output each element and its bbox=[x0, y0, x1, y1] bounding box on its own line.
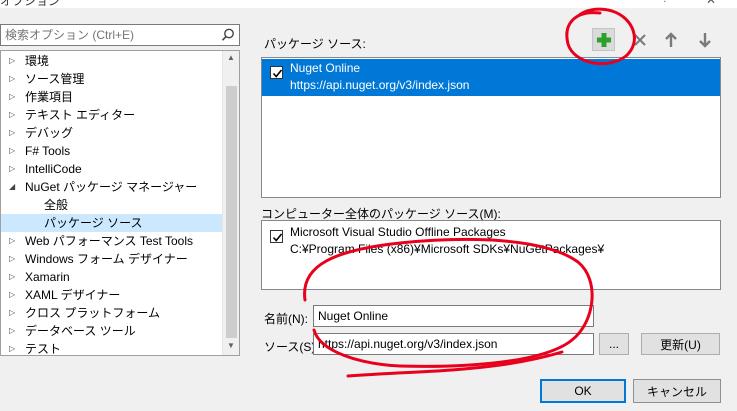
tree-item-label: ソース管理 bbox=[25, 72, 85, 86]
tree-item-label: パッケージ ソース bbox=[44, 216, 143, 230]
help-icon[interactable]: ? bbox=[662, 0, 668, 5]
machine-sources-list[interactable]: Microsoft Visual Studio Offline Packages… bbox=[261, 220, 721, 290]
options-tree[interactable]: ▷ 環境 ▷ ソース管理 ▷ 作業項目 ▷ テキスト エディター ▷ デバッグ ▷ F# Tools ▷… bbox=[0, 50, 240, 356]
arrow-up-icon bbox=[664, 31, 677, 47]
collapsed-arrow-icon[interactable]: ▷ bbox=[9, 304, 19, 322]
collapsed-arrow-icon[interactable]: ▷ bbox=[9, 268, 19, 286]
move-up-button[interactable] bbox=[659, 28, 682, 51]
tree-item-label: テキスト エディター bbox=[25, 108, 136, 122]
tree-item-label: データベース ツール bbox=[25, 324, 136, 338]
collapsed-arrow-icon[interactable]: ▷ bbox=[9, 160, 19, 178]
tree-item-label: 全般 bbox=[44, 198, 69, 212]
tree-item[interactable]: ▷ テスト bbox=[1, 340, 222, 356]
collapsed-arrow-icon[interactable]: ▷ bbox=[9, 70, 19, 88]
tree-item[interactable]: ◢ NuGet パッケージ マネージャー bbox=[1, 178, 222, 196]
tree-item[interactable]: パッケージ ソース bbox=[1, 214, 222, 232]
tree-item-label: NuGet パッケージ マネージャー bbox=[25, 180, 198, 194]
update-button[interactable]: 更新(U) bbox=[641, 333, 720, 355]
scroll-up-arrow-icon[interactable]: ▲ bbox=[227, 53, 235, 62]
collapsed-arrow-icon[interactable]: ▷ bbox=[9, 340, 19, 355]
tree-item[interactable]: ▷ ソース管理 bbox=[1, 70, 222, 88]
tree-item[interactable]: ▷ テキスト エディター bbox=[1, 106, 222, 124]
collapsed-arrow-icon[interactable]: ▷ bbox=[9, 52, 19, 70]
package-sources-label: パッケージ ソース: bbox=[264, 37, 366, 51]
expanded-arrow-icon[interactable]: ◢ bbox=[9, 178, 19, 196]
tree-scrollbar[interactable]: ▲ ▼ bbox=[222, 51, 239, 355]
tree-item[interactable]: ▷ デバッグ bbox=[1, 124, 222, 142]
tree-item-label: テスト bbox=[25, 342, 62, 356]
arrow-down-icon bbox=[698, 32, 711, 48]
collapsed-arrow-icon[interactable]: ▷ bbox=[9, 124, 19, 142]
package-source-name: Nuget Online bbox=[290, 61, 361, 75]
search-box[interactable] bbox=[0, 24, 240, 46]
machine-source-checkbox[interactable] bbox=[270, 230, 283, 243]
machine-source-name: Microsoft Visual Studio Offline Packages bbox=[290, 225, 506, 239]
checkmark-icon bbox=[272, 69, 283, 78]
search-icon[interactable] bbox=[220, 27, 236, 43]
close-icon[interactable]: ✕ bbox=[706, 0, 716, 7]
collapsed-arrow-icon[interactable]: ▷ bbox=[9, 322, 19, 340]
tree-item[interactable]: ▷ XAML デザイナー bbox=[1, 286, 222, 304]
tree-item[interactable]: ▷ Xamarin bbox=[1, 268, 222, 286]
source-label: ソース(S): bbox=[264, 340, 319, 354]
package-sources-list[interactable]: Nuget Online https://api.nuget.org/v3/in… bbox=[261, 57, 721, 198]
collapsed-arrow-icon[interactable]: ▷ bbox=[9, 106, 19, 124]
tree-item[interactable]: ▷ F# Tools bbox=[1, 142, 222, 160]
x-icon bbox=[633, 33, 646, 46]
plus-icon bbox=[596, 32, 611, 47]
remove-source-button[interactable] bbox=[628, 28, 651, 51]
collapsed-arrow-icon[interactable]: ▷ bbox=[9, 250, 19, 268]
machine-source-row[interactable]: Microsoft Visual Studio Offline Packages… bbox=[262, 223, 720, 260]
collapsed-arrow-icon[interactable]: ▷ bbox=[9, 142, 19, 160]
collapsed-arrow-icon[interactable]: ▷ bbox=[9, 286, 19, 304]
tree-item-label: Web パフォーマンス Test Tools bbox=[25, 234, 194, 248]
machine-source-path: C:¥Program Files (x86)¥Microsoft SDKs¥Nu… bbox=[290, 242, 605, 256]
tree-item[interactable]: ▷ 作業項目 bbox=[1, 88, 222, 106]
checkmark-icon bbox=[272, 233, 283, 242]
package-source-row[interactable]: Nuget Online https://api.nuget.org/v3/in… bbox=[262, 59, 720, 96]
tree-item[interactable]: 全般 bbox=[1, 196, 222, 214]
tree-item[interactable]: ▷ Web パフォーマンス Test Tools bbox=[1, 232, 222, 250]
tree-item-label: Xamarin bbox=[25, 270, 70, 284]
tree-item-label: XAML デザイナー bbox=[25, 288, 121, 302]
tree-item-label: クロス プラットフォーム bbox=[25, 306, 160, 320]
scroll-down-arrow-icon[interactable]: ▼ bbox=[227, 341, 235, 350]
package-source-url: https://api.nuget.org/v3/index.json bbox=[290, 78, 470, 92]
move-down-button[interactable] bbox=[693, 28, 716, 51]
cancel-button[interactable]: キャンセル bbox=[633, 379, 721, 403]
source-input[interactable] bbox=[314, 334, 593, 354]
tree-item-label: F# Tools bbox=[25, 144, 71, 158]
tree-item-label: IntelliCode bbox=[25, 162, 82, 176]
tree-item-label: デバッグ bbox=[25, 126, 74, 140]
title-bar: オプション ? ✕ bbox=[0, 0, 737, 8]
name-input[interactable] bbox=[314, 306, 593, 326]
tree-item-label: 環境 bbox=[25, 54, 50, 68]
collapsed-arrow-icon[interactable]: ▷ bbox=[9, 88, 19, 106]
tree-item-label: 作業項目 bbox=[25, 90, 74, 104]
name-field[interactable] bbox=[313, 305, 594, 327]
search-input[interactable] bbox=[1, 25, 215, 45]
tree-item[interactable]: ▷ クロス プラットフォーム bbox=[1, 304, 222, 322]
add-source-button[interactable] bbox=[592, 28, 615, 51]
window-title: オプション bbox=[0, 0, 61, 8]
package-source-checkbox[interactable] bbox=[270, 66, 283, 79]
scrollbar-thumb[interactable] bbox=[226, 86, 237, 338]
source-field[interactable] bbox=[313, 333, 594, 355]
tree-item[interactable]: ▷ データベース ツール bbox=[1, 322, 222, 340]
ok-button[interactable]: OK bbox=[540, 379, 626, 403]
tree-item[interactable]: ▷ Windows フォーム デザイナー bbox=[1, 250, 222, 268]
name-label: 名前(N): bbox=[264, 312, 308, 326]
collapsed-arrow-icon[interactable]: ▷ bbox=[9, 232, 19, 250]
tree-item-label: Windows フォーム デザイナー bbox=[25, 252, 188, 266]
tree-item[interactable]: ▷ IntelliCode bbox=[1, 160, 222, 178]
tree-item[interactable]: ▷ 環境 bbox=[1, 52, 222, 70]
browse-button[interactable]: ... bbox=[599, 333, 629, 355]
